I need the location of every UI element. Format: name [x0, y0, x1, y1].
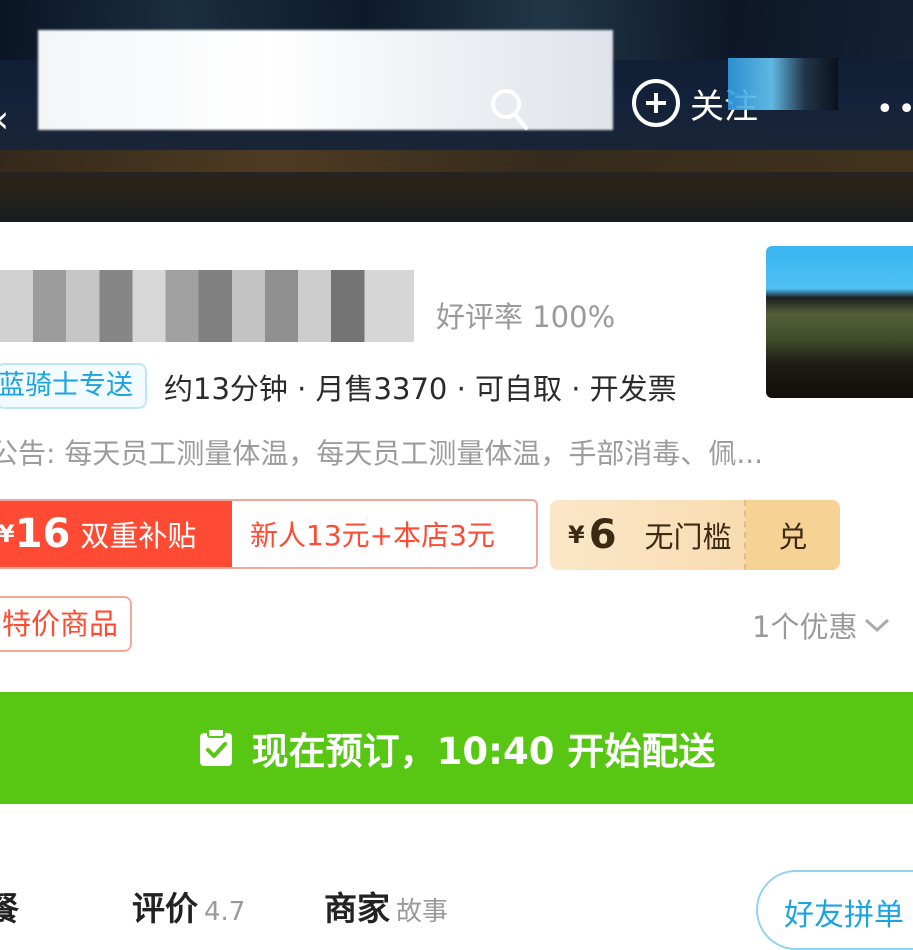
more-icon[interactable]: ••	[876, 92, 913, 127]
tab-merchant[interactable]: 商家 故事	[324, 882, 448, 930]
group-order-button[interactable]: 好友拼单	[756, 870, 913, 950]
subsidy-coupon-value: ¥ 16 双重补贴	[0, 501, 232, 567]
voucher-coupon[interactable]: ¥ 6 无门槛 兑	[550, 500, 840, 570]
redeem-button[interactable]: 兑	[745, 500, 840, 570]
shop-avatar[interactable]	[766, 246, 913, 398]
search-icon[interactable]	[488, 84, 528, 132]
subsidy-coupon[interactable]: ¥ 16 双重补贴 新人13元+本店3元	[0, 499, 538, 569]
currency-symbol: ¥	[568, 521, 585, 549]
shop-notice[interactable]: 公告: 每天员工测量体温，每天员工测量体温，手部消毒、佩...	[0, 432, 763, 472]
tab-menu-label: 餐	[0, 889, 19, 928]
special-offer-tag: 特价商品	[0, 596, 133, 652]
offers-toggle[interactable]: 1个优惠	[752, 604, 891, 646]
tab-reviews-label: 评价	[132, 889, 198, 928]
plus-icon	[632, 79, 680, 127]
tab-merchant-sub: 故事	[396, 897, 449, 927]
voucher-label: 无门槛	[644, 520, 732, 554]
tab-merchant-label: 商家	[324, 889, 390, 928]
header-avatar-redacted	[728, 58, 838, 110]
review-score: 4.7	[204, 897, 246, 927]
tab-reviews[interactable]: 评价 4.7	[132, 882, 245, 930]
preorder-banner: 现在预订，10:40 开始配送	[0, 692, 913, 804]
subsidy-amount: 16	[14, 511, 71, 557]
chevron-down-icon	[865, 618, 890, 633]
offer-count: 1个优惠	[752, 610, 858, 644]
currency-symbol: ¥	[0, 520, 15, 548]
voucher-amount: 6	[588, 512, 617, 558]
delivery-meta: 约13分钟 · 月售3370 · 可自取 · 开发票	[164, 372, 677, 406]
subsidy-detail: 新人13元+本店3元	[250, 519, 495, 552]
shop-title-redacted	[0, 270, 414, 342]
delivery-tag: 蓝骑士专送	[0, 363, 147, 409]
preorder-text: 现在预订，10:40 开始配送	[251, 730, 716, 773]
clipboard-check-icon	[199, 728, 232, 766]
rating-text: 好评率 100%	[436, 300, 616, 334]
header-background-stripe	[0, 150, 913, 172]
subsidy-label: 双重补贴	[80, 519, 197, 553]
shop-header: ‹ 关注 ••	[0, 0, 913, 222]
back-icon[interactable]: ‹	[0, 100, 9, 138]
tab-menu[interactable]: 餐	[0, 882, 19, 930]
